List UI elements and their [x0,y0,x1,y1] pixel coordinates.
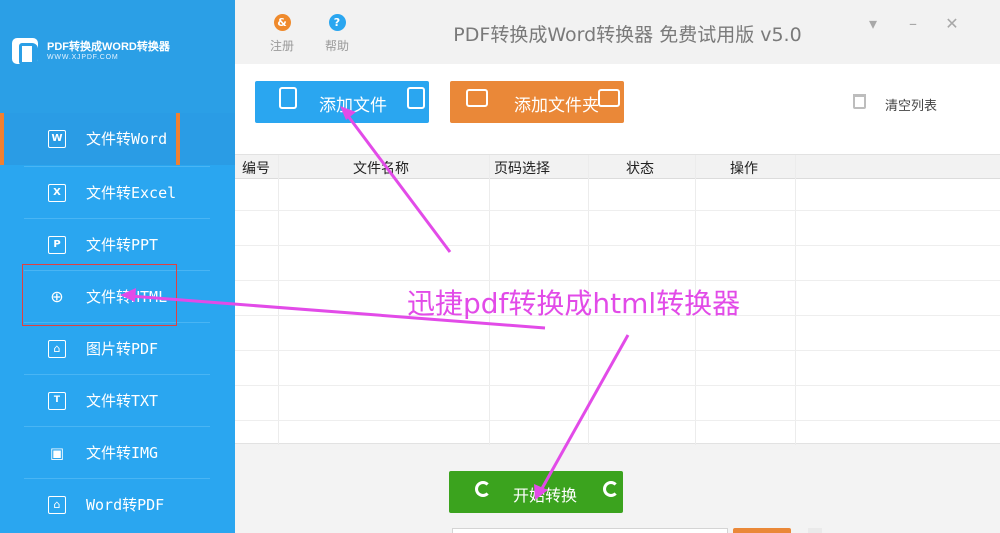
sidebar-item-word-to-pdf[interactable]: ⌂ Word转PDF [0,479,235,531]
sidebar-item-label: Word转PDF [86,496,165,514]
browse-button[interactable] [733,528,791,533]
folder-icon [466,89,488,107]
logo-area: PDF转换成WORD转换器 WWW.XJPDF.COM [0,0,235,113]
start-conversion-label: 开始转换 [513,486,578,505]
row-divider [235,280,1000,281]
document-icon [407,87,425,109]
menu-dropdown-icon[interactable]: ▾ [862,13,884,35]
add-folder-button[interactable]: 添加文件夹 [450,81,624,123]
column-divider [795,155,796,445]
row-divider [235,350,1000,351]
row-divider [235,210,1000,211]
column-divider [278,155,279,445]
close-icon[interactable]: ✕ [941,13,963,35]
start-conversion-button[interactable]: 开始转换 [449,471,623,513]
clear-list-label: 清空列表 [885,99,938,114]
add-folder-label: 添加文件夹 [514,96,599,116]
column-header-index: 编号 [242,161,270,177]
word-doc-icon: W [48,130,66,148]
app-window: PDF转换成WORD转换器 WWW.XJPDF.COM W 文件转Word X … [0,0,1000,533]
minimize-icon[interactable]: – [902,13,924,35]
refresh-icon [603,481,619,497]
image-icon: ▣ [49,444,65,462]
title-bar: & 注册 ? 帮助 PDF转换成Word转换器 免费试用版 v5.0 ▾ – ✕ [235,0,1000,64]
sidebar-item-file-to-word[interactable]: W 文件转Word [0,113,235,165]
app-logo-icon [12,38,38,65]
column-header-filename: 文件名称 [353,161,409,177]
column-header-page-range: 页码选择 [494,161,550,177]
sidebar-item-label: 文件转IMG [86,444,159,462]
sidebar-item-label: 图片转PDF [86,340,159,358]
row-divider [235,385,1000,386]
refresh-icon [475,481,491,497]
sidebar-item-image-to-pdf[interactable]: ⌂ 图片转PDF [0,323,235,375]
sidebar-item-label: 文件转Excel [86,184,177,202]
sidebar: PDF转换成WORD转换器 WWW.XJPDF.COM W 文件转Word X … [0,0,235,533]
row-divider [235,245,1000,246]
pdf-icon: ⌂ [48,496,66,514]
toolbar: 添加文件 添加文件夹 清空列表 [235,64,1000,154]
open-folder-button[interactable] [808,528,822,533]
add-file-button[interactable]: 添加文件 [255,81,429,123]
logo-url: WWW.XJPDF.COM [47,54,119,61]
window-title: PDF转换成Word转换器 免费试用版 v5.0 [453,24,802,46]
nav-highlight-box [22,264,177,326]
ppt-doc-icon: P [48,236,66,254]
trash-icon [853,94,866,109]
add-file-label: 添加文件 [319,96,387,116]
sidebar-item-label: 文件转Word [86,130,168,148]
sidebar-item-file-to-img[interactable]: ▣ 文件转IMG [0,427,235,479]
column-header-actions: 操作 [730,161,758,177]
logo-text: PDF转换成WORD转换器 [47,41,170,53]
document-icon [279,87,297,109]
sidebar-item-file-to-excel[interactable]: X 文件转Excel [0,167,235,219]
pdf-icon: ⌂ [48,340,66,358]
txt-icon: T [48,392,66,410]
sidebar-item-label: 文件转TXT [86,392,159,410]
sidebar-item-file-to-txt[interactable]: T 文件转TXT [0,375,235,427]
annotation-caption: 迅捷pdf转换成html转换器 [407,287,741,320]
sidebar-item-label: 文件转PPT [86,236,159,254]
output-path-input[interactable] [452,528,728,533]
row-divider [235,420,1000,421]
excel-doc-icon: X [48,184,66,202]
folder-icon [598,89,620,107]
table-header: 编号 文件名称 页码选择 状态 操作 [235,155,1000,179]
column-header-status: 状态 [626,161,654,177]
